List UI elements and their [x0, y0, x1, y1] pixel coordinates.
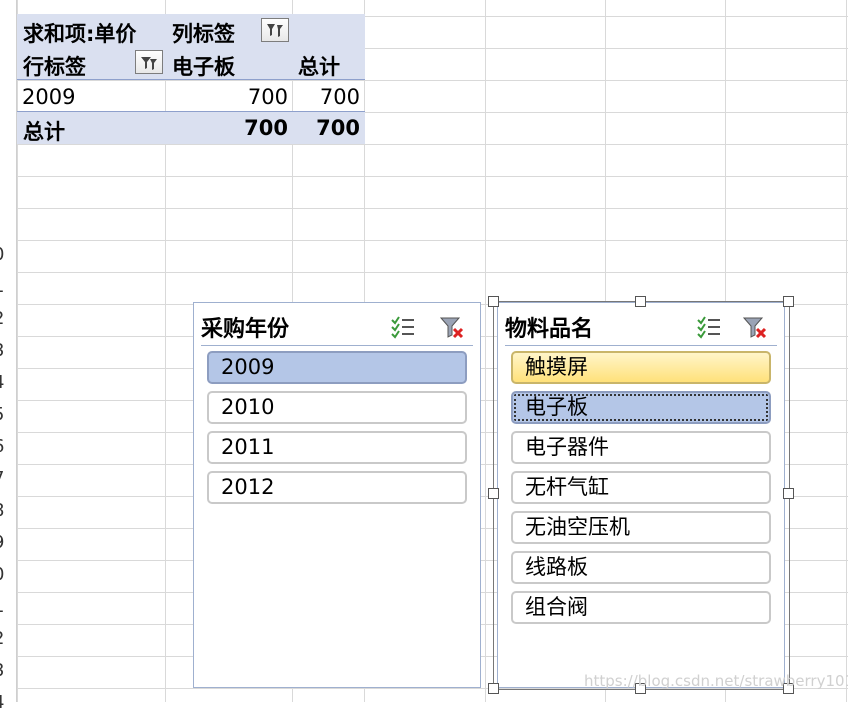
slicer-item[interactable]: 2009 — [207, 351, 467, 384]
row-number[interactable]: 4 — [0, 372, 13, 393]
pivot-grand-total[interactable]: 700 — [296, 116, 360, 140]
pivot-total-line — [17, 111, 365, 112]
slicer-title: 采购年份 — [201, 317, 290, 342]
slicer-separator — [201, 345, 473, 346]
pivot-grand-total-value[interactable]: 700 — [220, 116, 288, 140]
row-number[interactable]: 9 — [0, 532, 13, 553]
pivot-cell-value[interactable]: 700 — [220, 85, 288, 109]
slicer-title: 物料品名 — [505, 317, 594, 342]
row-number[interactable]: 6 — [0, 436, 13, 457]
multi-select-icon[interactable] — [390, 315, 416, 339]
slicer-item[interactable]: 无油空压机 — [511, 511, 771, 544]
row-number[interactable]: 0 — [0, 564, 13, 585]
slicer-item[interactable]: 2010 — [207, 391, 467, 424]
filter-icon — [267, 24, 283, 37]
clear-filter-icon[interactable] — [439, 315, 465, 339]
row-filter-button[interactable] — [135, 50, 163, 74]
slicer-item[interactable]: 电子板 — [511, 391, 771, 424]
slicer-separator — [505, 345, 777, 346]
resize-handle[interactable] — [783, 296, 794, 307]
row-number[interactable]: 8 — [0, 500, 13, 521]
slicer-material[interactable]: 物料品名 触摸屏 电子板 电子器件 无杆气缸 无油空压机 线路板 组合阀 — [497, 302, 785, 688]
slicer-item[interactable]: 线路板 — [511, 551, 771, 584]
row-number[interactable]: 2 — [0, 628, 13, 649]
row-number[interactable]: 3 — [0, 660, 13, 681]
slicer-item[interactable]: 触摸屏 — [511, 351, 771, 384]
resize-handle[interactable] — [488, 683, 499, 694]
pivot-row-item[interactable]: 2009 — [22, 85, 75, 109]
pivot-column-label[interactable]: 列标签 — [172, 18, 235, 48]
row-number[interactable]: 1 — [0, 276, 13, 297]
slicer-item[interactable]: 2012 — [207, 471, 467, 504]
resize-handle[interactable] — [635, 296, 646, 307]
row-number[interactable]: 3 — [0, 340, 13, 361]
row-header-strip[interactable]: 0 1 2 3 4 5 6 7 8 9 0 1 2 3 4 — [0, 0, 17, 713]
multi-select-icon[interactable] — [696, 315, 722, 339]
row-number[interactable]: 2 — [0, 308, 13, 329]
column-filter-button[interactable] — [261, 18, 289, 42]
slicer-item[interactable]: 无杆气缸 — [511, 471, 771, 504]
clear-filter-icon[interactable] — [742, 315, 768, 339]
pivot-grand-total-label[interactable]: 总计 — [23, 116, 65, 146]
pivot-cell-total[interactable]: 700 — [296, 85, 360, 109]
pivot-row-label[interactable]: 行标签 — [23, 51, 86, 81]
pivot-value-label[interactable]: 求和项:单价 — [23, 18, 136, 48]
resize-handle[interactable] — [488, 296, 499, 307]
resize-handle[interactable] — [783, 488, 794, 499]
row-number[interactable]: 1 — [0, 596, 13, 617]
row-number[interactable]: 4 — [0, 692, 13, 713]
pivot-col-total-header[interactable]: 总计 — [298, 51, 340, 81]
row-number[interactable]: 7 — [0, 468, 13, 489]
row-number[interactable]: 5 — [0, 404, 13, 425]
slicer-item[interactable]: 电子器件 — [511, 431, 771, 464]
filter-icon — [141, 57, 157, 70]
slicer-item[interactable]: 组合阀 — [511, 591, 771, 624]
pivot-col-item-header[interactable]: 电子板 — [172, 51, 235, 81]
slicer-item[interactable]: 2011 — [207, 431, 467, 464]
slicer-year[interactable]: 采购年份 2009 2010 2011 2012 — [193, 302, 481, 688]
resize-handle[interactable] — [488, 488, 499, 499]
row-number[interactable]: 0 — [0, 244, 13, 265]
watermark-text: https://blog.csdn.net/strawberry1019 — [584, 672, 848, 690]
